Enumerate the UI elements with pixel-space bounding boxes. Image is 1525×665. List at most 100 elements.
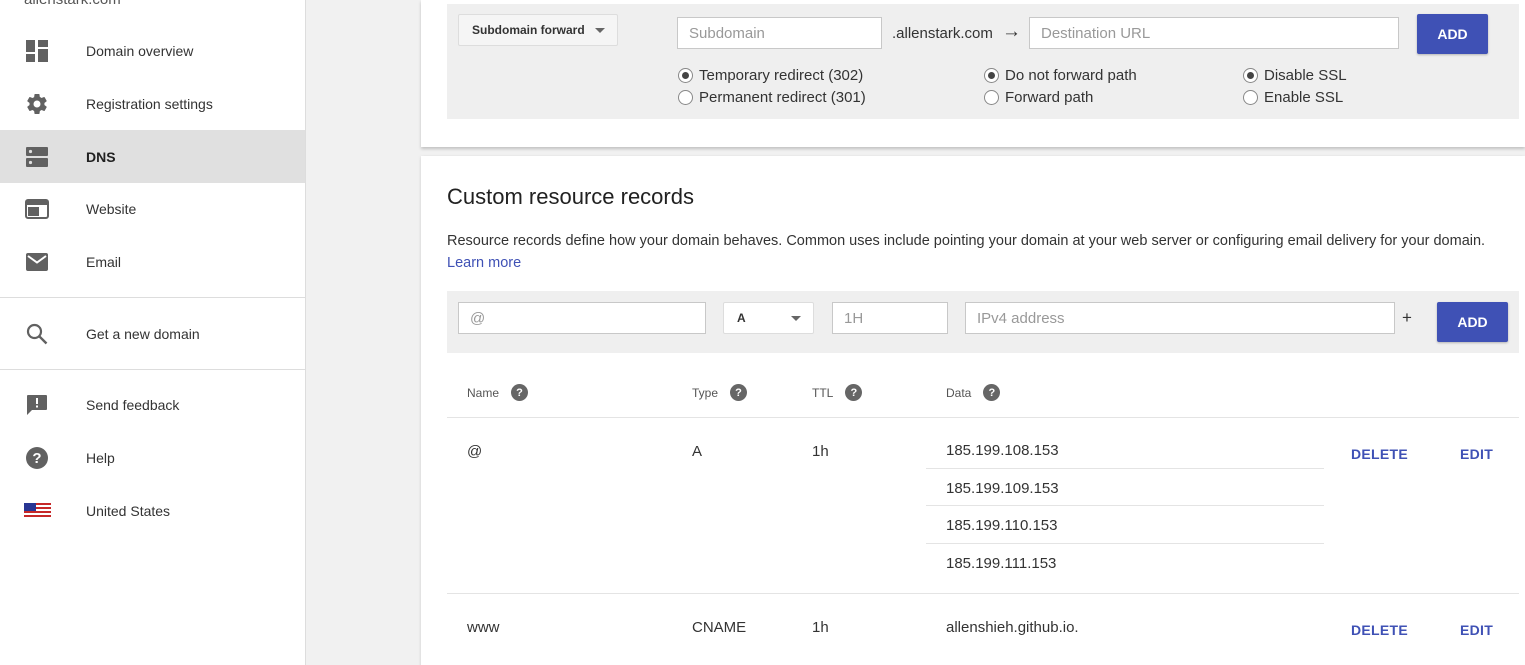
divider [0,369,305,370]
radio-unchecked-icon [1243,90,1258,105]
add-forward-button[interactable]: ADD [1417,14,1488,54]
record-data: 185.199.108.153 [946,442,1059,459]
web-icon [25,197,49,221]
resource-records-card: Custom resource records Resource records… [421,156,1525,665]
help-icon[interactable]: ? [511,384,529,401]
domain-name: allenstark.com [24,0,121,8]
help-icon: ? [25,446,49,470]
sidebar-item-help[interactable]: ? Help [0,431,305,484]
dns-icon [25,145,49,169]
sidebar-item-label: DNS [86,148,116,165]
learn-more-link[interactable]: Learn more [447,255,521,271]
record-name: www [467,619,500,636]
caret-down-icon [791,316,801,321]
sidebar: allenstark.com Domain overview Registrat… [0,0,306,665]
radio-checked-icon [1243,68,1258,83]
record-data: 185.199.109.153 [946,480,1059,497]
sidebar-item-registration-settings[interactable]: Registration settings [0,77,305,130]
destination-placeholder: Destination URL [1041,24,1151,42]
sidebar-item-label: Registration settings [86,95,213,112]
mail-icon [25,250,49,274]
radio-enable-ssl[interactable]: Enable SSL [1243,89,1343,106]
help-icon[interactable]: ? [845,384,863,401]
radio-permanent-redirect[interactable]: Permanent redirect (301) [678,89,866,106]
radio-temporary-redirect[interactable]: Temporary redirect (302) [678,67,863,84]
radio-unchecked-icon [984,90,999,105]
radio-label: Disable SSL [1264,67,1347,84]
dashboard-icon [25,39,49,63]
name-placeholder: @ [470,309,486,327]
help-icon[interactable]: ? [983,384,1001,401]
radio-unchecked-icon [678,90,693,105]
header-label: Data [946,385,972,400]
forwarding-form: Subdomain forward Subdomain .allenstark.… [447,4,1519,119]
column-header-data: Data? [946,384,1001,401]
description-text: Resource records define how your domain … [447,233,1486,249]
caret-down-icon [595,28,605,33]
sidebar-item-label: Domain overview [86,42,194,59]
ipv4-placeholder: IPv4 address [977,309,1065,327]
sidebar-item-label: Get a new domain [86,325,200,342]
radio-do-not-forward-path[interactable]: Do not forward path [984,67,1137,84]
edit-record-button[interactable]: EDIT [1460,622,1493,638]
sidebar-item-country[interactable]: United States [0,484,305,537]
radio-label: Do not forward path [1005,67,1137,84]
sidebar-item-label: Help [86,449,115,466]
column-header-ttl: TTL? [812,384,863,401]
sidebar-item-domain-overview[interactable]: Domain overview [0,24,305,77]
record-ttl: 1h [812,443,829,460]
radio-label: Permanent redirect (301) [699,89,866,106]
record-name-input[interactable]: @ [458,302,706,334]
ttl-input[interactable]: 1H [832,302,948,334]
column-header-type: Type? [692,384,748,401]
arrow-right-icon: → [1002,21,1021,42]
record-ttl: 1h [812,619,829,636]
header-label: Name [467,385,500,400]
ipv4-address-input[interactable]: IPv4 address [965,302,1395,334]
delete-record-button[interactable]: DELETE [1351,622,1408,638]
sidebar-item-dns[interactable]: DNS [0,130,305,183]
record-type-dropdown[interactable]: A [723,302,814,334]
radio-label: Enable SSL [1264,89,1344,106]
sidebar-item-send-feedback[interactable]: Send feedback [0,378,305,431]
help-icon[interactable]: ? [730,384,748,401]
record-type: A [692,443,703,460]
subdomain-input[interactable]: Subdomain [677,17,882,49]
radio-disable-ssl[interactable]: Disable SSL [1243,67,1347,84]
radio-forward-path[interactable]: Forward path [984,89,1093,106]
record-data: 185.199.110.153 [946,517,1058,534]
section-description: Resource records define how your domain … [447,230,1507,274]
sidebar-item-label: Send feedback [86,396,180,413]
divider [926,543,1324,544]
domain-suffix: .allenstark.com [892,25,993,42]
radio-checked-icon [678,68,693,83]
ttl-placeholder: 1H [844,309,864,327]
sidebar-item-label: Email [86,253,122,270]
header-label: Type [692,385,719,400]
edit-record-button[interactable]: EDIT [1460,446,1493,462]
section-title: Custom resource records [447,184,694,209]
sidebar-item-label: United States [86,502,171,519]
search-icon [25,322,49,346]
radio-checked-icon [984,68,999,83]
record-entry-form: @ A 1H IPv4 address + ADD [447,291,1519,353]
add-data-plus-icon[interactable]: + [1402,308,1412,328]
sidebar-item-website[interactable]: Website [0,182,305,235]
forward-type-value: Subdomain forward [472,23,585,37]
sidebar-item-get-new-domain[interactable]: Get a new domain [0,307,305,360]
divider [926,468,1324,469]
us-flag-icon [23,499,51,523]
forward-type-dropdown[interactable]: Subdomain forward [458,14,618,46]
header-label: TTL [812,385,834,400]
delete-record-button[interactable]: DELETE [1351,446,1408,462]
destination-url-input[interactable]: Destination URL [1029,17,1399,49]
divider [447,417,1519,418]
column-header-name: Name? [467,384,529,401]
add-record-button[interactable]: ADD [1437,302,1508,342]
divider [926,505,1324,506]
subdomain-placeholder: Subdomain [689,24,765,42]
feedback-icon [25,393,49,417]
divider [447,593,1519,594]
record-data: 185.199.111.153 [946,555,1057,572]
sidebar-item-email[interactable]: Email [0,235,305,288]
